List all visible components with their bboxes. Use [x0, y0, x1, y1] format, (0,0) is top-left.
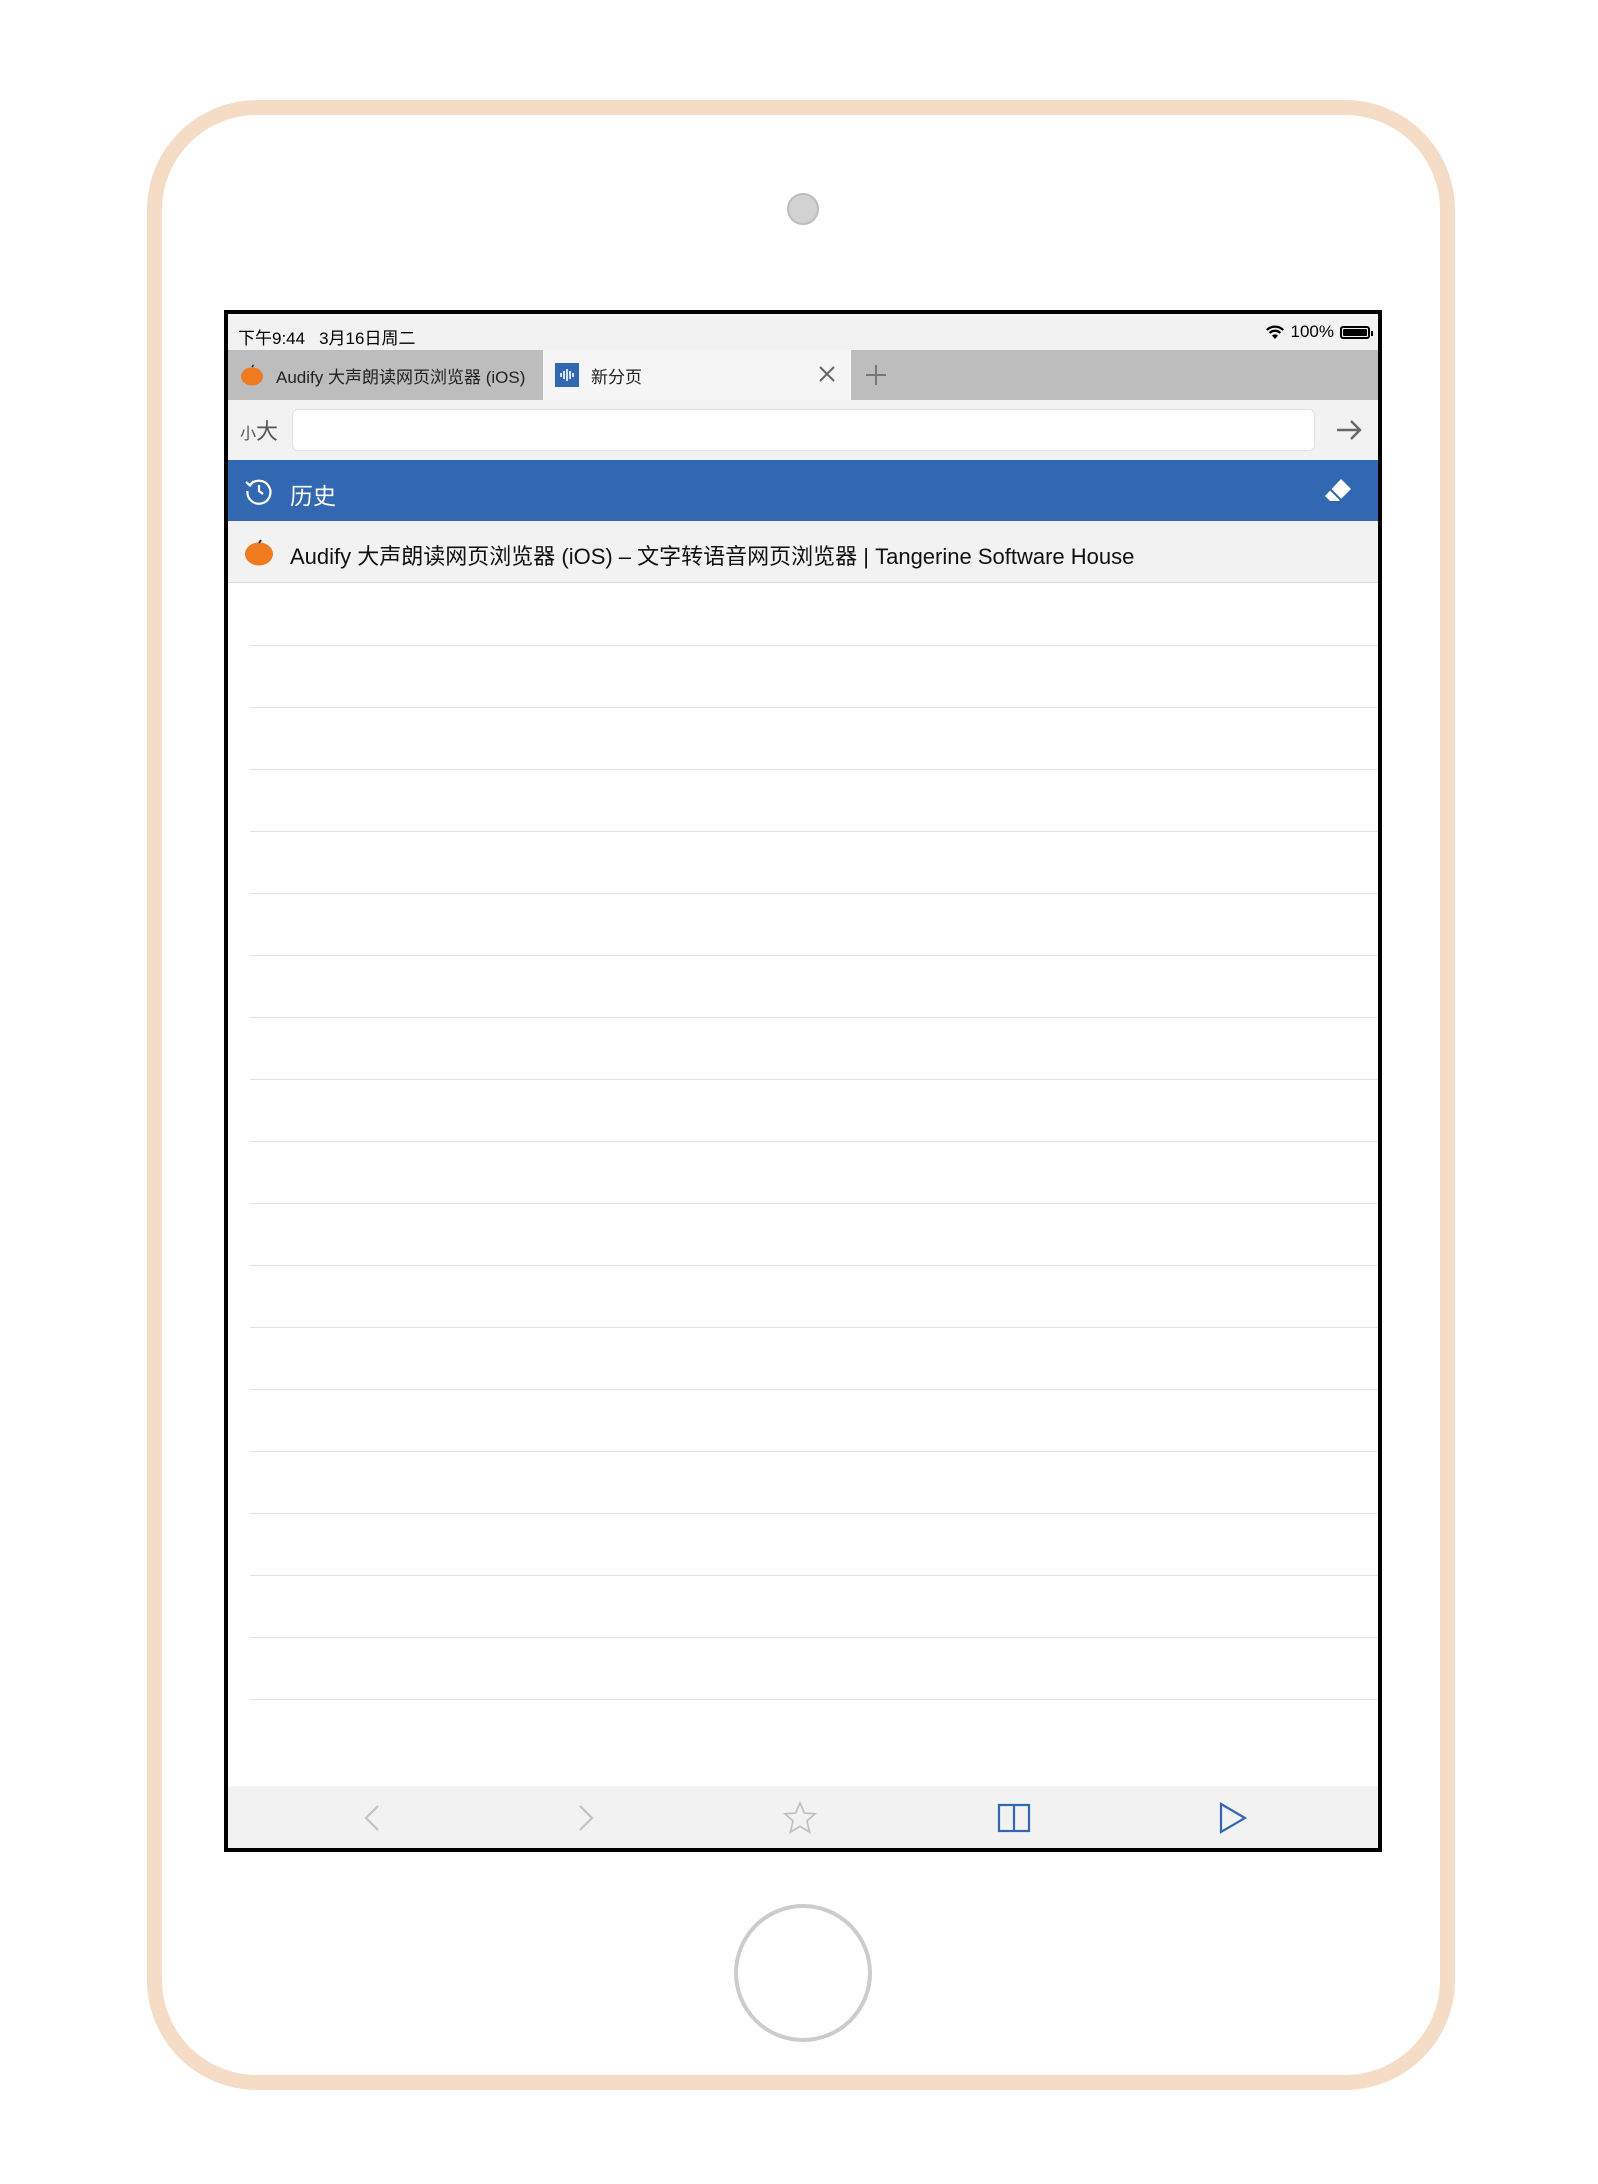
row-separator: [250, 1389, 1378, 1390]
tangerine-favicon: [241, 364, 263, 386]
arrow-right-icon[interactable]: [1334, 415, 1364, 445]
row-separator: [250, 1203, 1378, 1204]
row-separator: [250, 1017, 1378, 1018]
tangerine-favicon: [245, 539, 273, 566]
history-item-title: Audify 大声朗读网页浏览器 (iOS) – 文字转语音网页浏览器 | Ta…: [290, 544, 1135, 569]
row-separator: [250, 1699, 1378, 1700]
battery-percent: 100%: [1290, 322, 1334, 341]
home-button[interactable]: [734, 1904, 872, 2042]
history-header: 历史: [228, 460, 1378, 521]
row-separator: [250, 1141, 1378, 1142]
battery-icon: [1340, 325, 1373, 339]
history-title: 历史: [290, 483, 336, 509]
font-small-label: 小: [240, 426, 257, 443]
status-bar: 下午9:44 3月16日周二 100%: [228, 314, 1378, 350]
tab-bar: Audify 大声朗读网页浏览器 (iOS) 新分页: [228, 350, 1378, 400]
row-separator: [250, 1637, 1378, 1638]
audify-icon: [555, 363, 579, 387]
tab-audify[interactable]: Audify 大声朗读网页浏览器 (iOS): [228, 350, 543, 400]
play-icon[interactable]: [1215, 1801, 1249, 1835]
row-separator: [250, 893, 1378, 894]
row-separator: [250, 769, 1378, 770]
font-large-label: 大: [256, 419, 279, 444]
row-separator: [250, 707, 1378, 708]
close-icon[interactable]: [815, 362, 839, 386]
history-item[interactable]: Audify 大声朗读网页浏览器 (iOS) – 文字转语音网页浏览器 | Ta…: [228, 521, 1378, 583]
status-time: 下午9:44: [238, 329, 306, 348]
forward-icon[interactable]: [568, 1801, 602, 1835]
eraser-icon[interactable]: [1322, 476, 1354, 506]
tab-title: 新分页: [591, 367, 642, 387]
plus-icon[interactable]: [863, 362, 889, 388]
row-separator: [250, 1451, 1378, 1452]
empty-history-rows: [228, 583, 1378, 1848]
row-separator: [250, 955, 1378, 956]
url-input[interactable]: [292, 409, 1315, 451]
wifi-icon: [1265, 325, 1284, 339]
camera: [787, 193, 819, 225]
row-separator: [250, 1513, 1378, 1514]
font-size-toggle[interactable]: 小大: [240, 414, 278, 446]
screen: 下午9:44 3月16日周二 100% Audify 大声朗读网页浏览器 (iO…: [224, 310, 1382, 1852]
row-separator: [250, 1327, 1378, 1328]
status-date: 3月16日周二: [319, 329, 416, 348]
star-icon[interactable]: [783, 1801, 817, 1835]
tab-title: Audify 大声朗读网页浏览器 (iOS): [276, 367, 526, 387]
back-icon[interactable]: [356, 1801, 390, 1835]
row-separator: [250, 1079, 1378, 1080]
row-separator: [250, 1575, 1378, 1576]
row-separator: [250, 1265, 1378, 1266]
tab-new-tab[interactable]: 新分页: [543, 350, 851, 400]
clock-icon: [245, 479, 272, 505]
bottom-toolbar: [228, 1786, 1378, 1848]
split-view-icon[interactable]: [997, 1801, 1031, 1835]
row-separator: [250, 645, 1378, 646]
row-separator: [250, 831, 1378, 832]
address-bar: 小大: [228, 400, 1378, 460]
